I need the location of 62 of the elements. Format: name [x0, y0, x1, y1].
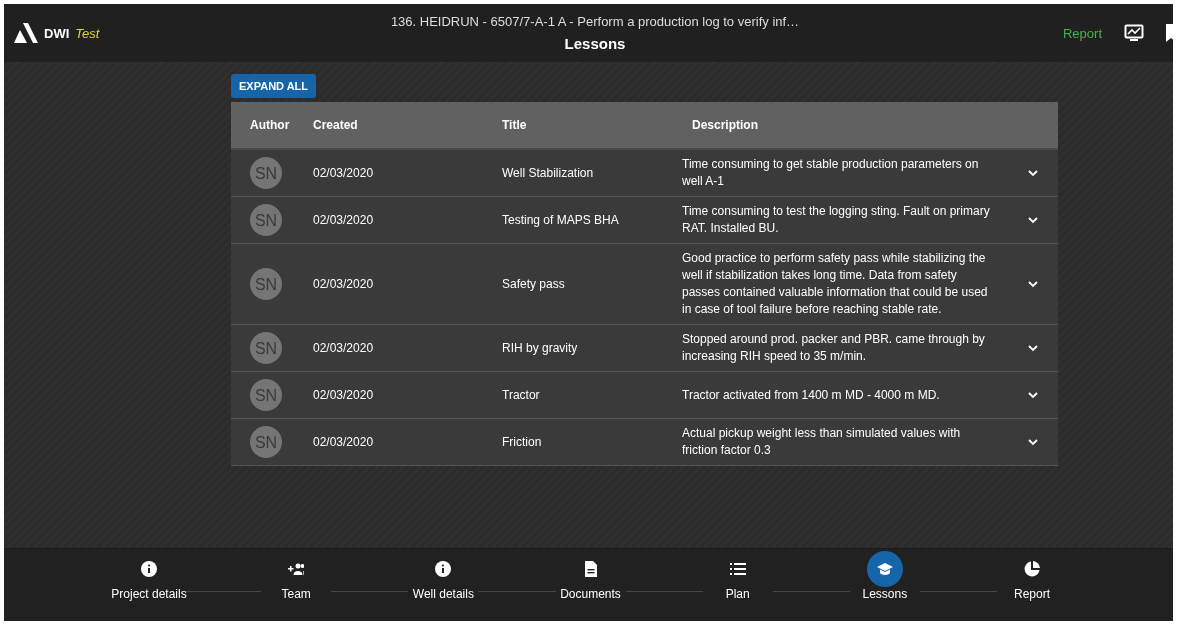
bookmark-icon[interactable] [1166, 24, 1176, 42]
logo-icon [14, 23, 38, 43]
created-date: 02/03/2020 [312, 275, 375, 293]
expand-chevron-icon[interactable] [1027, 216, 1039, 224]
created-date: 02/03/2020 [312, 433, 375, 451]
lesson-description: Time consuming to get stable production parameters on well A-1 [682, 156, 980, 190]
expand-chevron-icon[interactable] [1027, 391, 1039, 399]
column-header: Title [501, 116, 528, 134]
lesson-title: Safety pass [501, 275, 566, 293]
add-people-icon [288, 561, 305, 577]
expand-all-button[interactable]: EXPAND ALL [231, 74, 317, 98]
info-icon [141, 561, 157, 577]
lesson-description: Time consuming to test the logging sting. Fault on primary RAT. Installed BU. [682, 203, 991, 237]
list-icon [729, 561, 746, 577]
created-date: 02/03/2020 [312, 386, 375, 404]
brand-name: DWI [44, 25, 70, 41]
lesson-title: Well Stabilization [501, 164, 595, 182]
step-tab[interactable]: Team [231, 549, 362, 601]
author-avatar: SN [250, 157, 282, 189]
lesson-description: Good practice to perform safety pass while stabilizing the well if stabilization takes long time. Data from safety passes contained valuable information that could be used in case of tool failure before reaching stable rate. [682, 250, 989, 318]
column-header: Author [249, 116, 291, 134]
table-row[interactable]: SN 02/03/2020 RIH by gravity Stopped around prod. packer and PBR. came through by increasing RIH speed to 35 m/min. [231, 325, 1058, 372]
table-row[interactable]: SN 02/03/2020 Tractor Tractor activated from 1400 m MD - 4000 m MD. [231, 372, 1058, 419]
step-tab[interactable]: Plan [672, 549, 803, 601]
graduation-cap-icon [876, 561, 893, 577]
author-avatar: SN [250, 268, 282, 300]
author-avatar: SN [250, 379, 282, 411]
environment-label: Test [75, 25, 100, 41]
page-subtitle: 136. HEIDRUN - 6507/7-A-1 A - Perform a production log to verify inf… [390, 14, 800, 29]
table-row[interactable]: SN 02/03/2020 Testing of MAPS BHA Time consuming to test the logging sting. Fault on primary RAT. Installed BU. [231, 197, 1058, 244]
document-icon [582, 561, 599, 577]
step-tab[interactable]: Project details [84, 549, 214, 601]
step-tab[interactable]: Well details [378, 549, 509, 601]
author-avatar: SN [250, 426, 282, 458]
table-row[interactable]: SN 02/03/2020 Well Stabilization Time consuming to get stable production parameters on well A-1 [231, 150, 1058, 197]
created-date: 02/03/2020 [312, 164, 375, 182]
pie-chart-icon [1024, 561, 1041, 577]
step-tab[interactable]: Report [967, 549, 1098, 601]
lesson-description: Actual pickup weight less than simulated values with friction factor 0.3 [682, 425, 962, 459]
lesson-title: Testing of MAPS BHA [501, 211, 620, 229]
lesson-description: Tractor activated from 1400 m MD - 4000 m MD. [682, 386, 941, 404]
lesson-title: Friction [501, 433, 543, 451]
lesson-description: Stopped around prod. packer and PBR. came through by increasing RIH speed to 35 m/min. [682, 331, 986, 365]
column-header: Created [312, 116, 359, 134]
expand-chevron-icon[interactable] [1027, 344, 1039, 352]
column-header: Description [691, 116, 759, 134]
table-row[interactable]: SN 02/03/2020 Friction Actual pickup weight less than simulated values with friction factor 0.3 [231, 419, 1058, 466]
page-title: Lessons [564, 35, 626, 52]
author-avatar: SN [250, 332, 282, 364]
step-tab[interactable]: Documents [525, 549, 656, 601]
report-link[interactable]: Report [1062, 25, 1102, 41]
info-icon [435, 561, 452, 577]
created-date: 02/03/2020 [312, 211, 375, 229]
expand-chevron-icon[interactable] [1027, 438, 1039, 446]
expand-chevron-icon[interactable] [1027, 169, 1039, 177]
monitor-chart-icon[interactable] [1124, 24, 1144, 42]
lesson-title: Tractor [501, 386, 541, 404]
step-tab[interactable]: Lessons [819, 549, 950, 601]
lesson-title: RIH by gravity [501, 339, 579, 357]
author-avatar: SN [250, 204, 282, 236]
expand-chevron-icon[interactable] [1027, 280, 1039, 288]
created-date: 02/03/2020 [312, 339, 375, 357]
